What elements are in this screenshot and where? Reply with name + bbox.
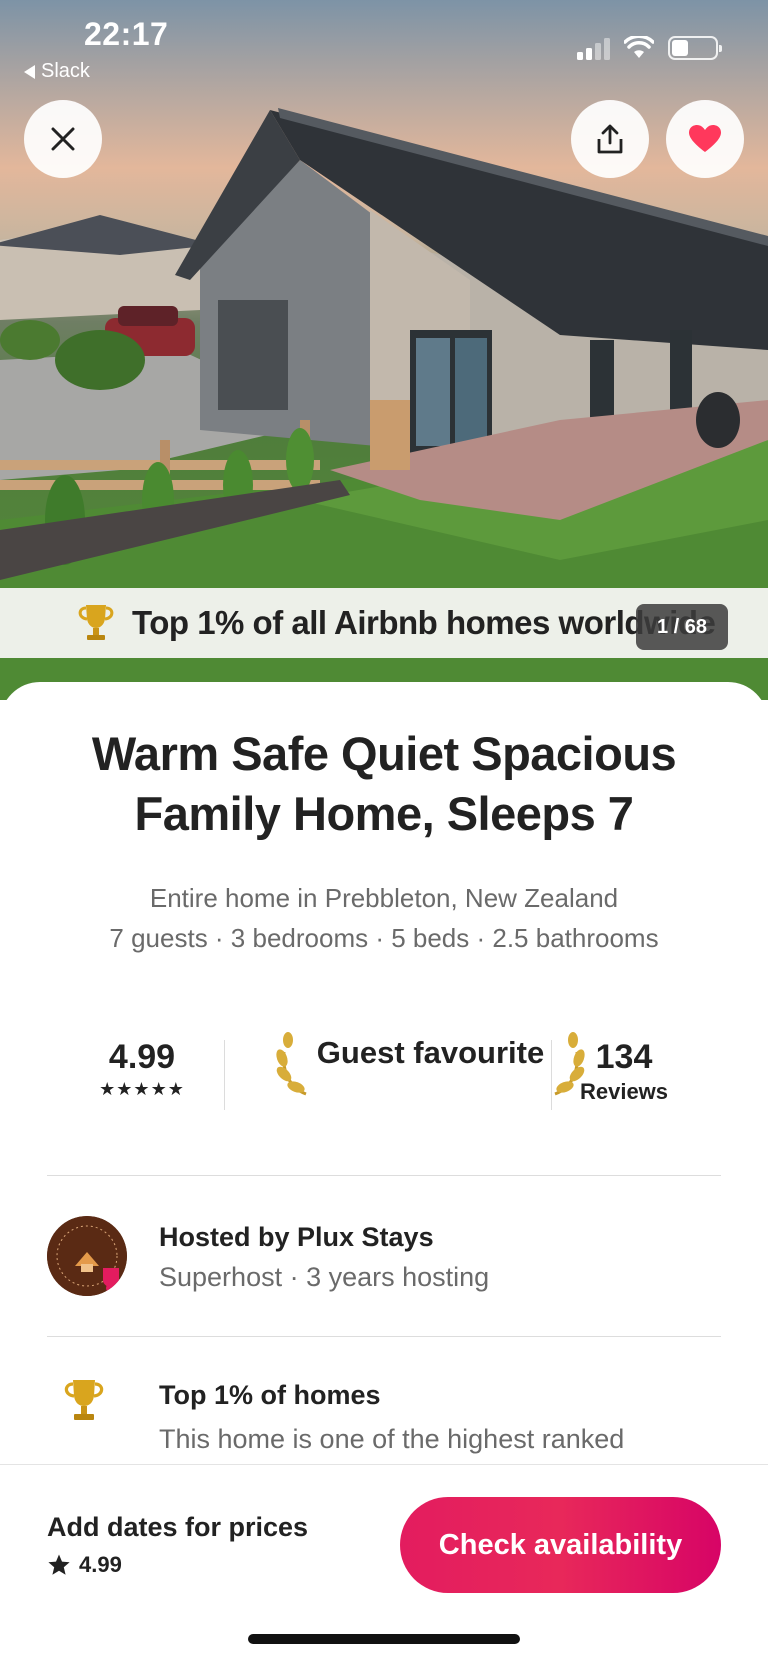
section-divider xyxy=(47,1175,721,1176)
rating-value: 4.99 xyxy=(108,1038,176,1076)
status-indicators xyxy=(577,36,722,60)
banner-text: Top 1% of all Airbnb homes worldwide xyxy=(132,604,716,641)
wifi-icon xyxy=(624,36,654,58)
guest-favourite-label: Guest favourite xyxy=(316,1035,545,1070)
footer-rating-value: 4.99 xyxy=(79,1552,122,1577)
price-prompt[interactable]: Add dates for prices xyxy=(47,1512,308,1543)
cellular-signal-icon xyxy=(577,36,610,60)
trophy-icon xyxy=(78,605,114,640)
star-icon xyxy=(48,1554,70,1575)
highlight-description: This home is one of the highest ranked xyxy=(159,1424,625,1454)
reviews-count: 134 xyxy=(595,1038,653,1076)
share-icon xyxy=(597,124,623,154)
plux-stays-logo xyxy=(47,1216,127,1296)
heart-icon xyxy=(689,125,721,152)
guest-favourite-badge: Guest favourite xyxy=(268,1030,593,1120)
divider xyxy=(224,1040,225,1110)
divider xyxy=(551,1040,552,1110)
close-button[interactable] xyxy=(24,100,102,178)
host-subtitle: Superhost · 3 years hosting xyxy=(159,1262,490,1292)
status-time: 22:17 xyxy=(84,16,169,52)
star-rating-icon: ★★★★★ xyxy=(99,1079,185,1099)
stats-row[interactable]: 4.99 ★★★★★ Guest favourite 134 Reviews xyxy=(47,1030,721,1130)
back-triangle-icon xyxy=(24,64,35,79)
footer-rating: 4.99 xyxy=(47,1552,122,1578)
save-favorite-button[interactable] xyxy=(666,100,744,178)
reviews-label: Reviews xyxy=(579,1079,669,1104)
host-name: Hosted by Plux Stays xyxy=(159,1222,434,1252)
rating-stat: 4.99 ★★★★★ xyxy=(77,1038,207,1100)
laurel-left-icon xyxy=(276,1032,307,1096)
listing-title: Warm Safe Quiet Spacious Family Home, Sl… xyxy=(91,727,677,840)
photo-counter: 1 / 68 xyxy=(636,604,728,650)
listing-location: Entire home in Prebbleton, New Zealand xyxy=(149,883,619,913)
reviews-stat[interactable]: 134 Reviews xyxy=(559,1038,689,1105)
listing-summary: Entire home in Prebbleton, New Zealand 7… xyxy=(30,878,738,958)
close-icon xyxy=(51,127,75,151)
check-availability-button[interactable]: Check availability xyxy=(400,1497,721,1593)
home-indicator[interactable] xyxy=(248,1634,520,1644)
trophy-icon xyxy=(64,1380,104,1420)
section-divider xyxy=(47,1336,721,1337)
back-to-app-link[interactable]: Slack xyxy=(24,60,90,83)
back-app-label: Slack xyxy=(41,60,90,82)
battery-icon xyxy=(668,36,722,60)
listing-details: 7 guests · 3 bedrooms · 5 beds · 2.5 bat… xyxy=(109,923,659,953)
share-button[interactable] xyxy=(571,100,649,178)
host-avatar[interactable] xyxy=(47,1216,127,1296)
highlight-title: Top 1% of homes xyxy=(159,1380,381,1410)
